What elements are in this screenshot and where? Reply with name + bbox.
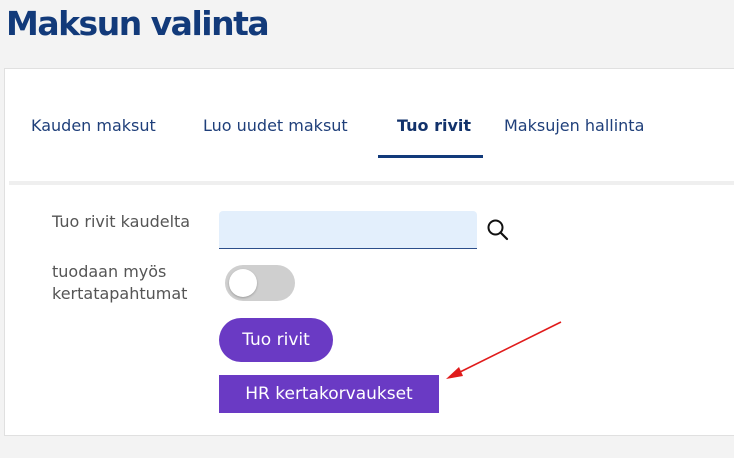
include-singles-label-line1: tuodaan myös [52,262,167,281]
tab-tuo-rivit[interactable]: Tuo rivit [397,116,471,135]
include-singles-label: tuodaan myös kertatapahtumat [52,261,187,305]
include-singles-label-line2: kertatapahtumat [52,284,188,303]
tab-kauden-maksut[interactable]: Kauden maksut [31,116,156,135]
period-input[interactable] [219,211,477,249]
search-icon[interactable] [485,217,511,243]
tab-luo-uudet-maksut[interactable]: Luo uudet maksut [203,116,348,135]
import-panel: Kauden maksut Luo uudet maksut Tuo rivit… [4,68,734,436]
page-title: Maksun valinta [6,4,270,43]
include-singles-toggle[interactable] [225,265,295,301]
tab-bar: Kauden maksut Luo uudet maksut Tuo rivit… [5,69,734,185]
tab-maksujen-hallinta[interactable]: Maksujen hallinta [504,116,644,135]
hr-single-compensations-button[interactable]: HR kertakorvaukset [219,375,439,413]
toggle-knob [229,269,257,297]
period-label: Tuo rivit kaudelta [52,212,191,231]
tabs-divider [9,181,734,185]
import-rows-button[interactable]: Tuo rivit [219,318,333,362]
active-tab-indicator [378,155,483,158]
